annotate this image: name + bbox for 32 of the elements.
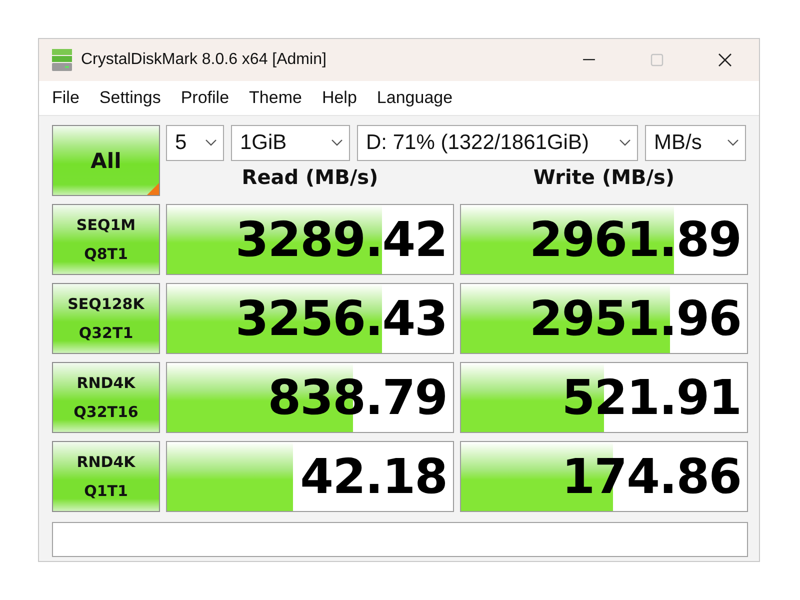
menu-item[interactable]: Theme bbox=[240, 88, 313, 108]
dropdown[interactable]: 1GiB bbox=[231, 125, 350, 161]
window-title: CrystalDiskMark 8.0.6 x64 [Admin] bbox=[81, 51, 328, 69]
dropdown[interactable]: 5 bbox=[166, 125, 224, 161]
dropdown[interactable]: D: 71% (1322/1861GiB) bbox=[357, 125, 638, 161]
caret-icon bbox=[205, 139, 217, 147]
maximize-icon bbox=[649, 52, 665, 68]
comment-field[interactable] bbox=[52, 522, 748, 557]
result-value: 42.18 bbox=[300, 448, 447, 504]
menu-item[interactable]: Settings bbox=[90, 88, 172, 108]
caret-icon bbox=[331, 139, 343, 147]
close-icon bbox=[717, 52, 733, 68]
menu-item[interactable]: File bbox=[43, 88, 90, 108]
menu-item[interactable]: Help bbox=[312, 88, 368, 108]
result-value: 174.86 bbox=[562, 448, 741, 504]
test-button[interactable]: RND4K Q32T16 bbox=[52, 362, 160, 433]
result-value: 838.79 bbox=[268, 370, 447, 426]
column-header: Read (MB/s) bbox=[240, 164, 380, 188]
test-button[interactable]: SEQ1M Q8T1 bbox=[52, 204, 160, 275]
dropdown[interactable]: MB/s bbox=[645, 125, 746, 161]
all-button[interactable]: All bbox=[52, 125, 160, 196]
menu-item[interactable]: Profile bbox=[172, 88, 240, 108]
caret-icon bbox=[727, 139, 739, 147]
result-value: 521.91 bbox=[562, 370, 741, 426]
caret-icon bbox=[619, 139, 631, 147]
menu-item[interactable]: Language bbox=[368, 88, 464, 108]
corner-triangle-icon bbox=[147, 183, 159, 195]
column-header: Write (MB/s) bbox=[532, 164, 676, 188]
disk-drive-icon bbox=[51, 48, 73, 72]
minimize-icon bbox=[583, 59, 595, 61]
test-button[interactable]: RND4K Q1T1 bbox=[52, 441, 160, 512]
test-button[interactable]: SEQ128K Q32T1 bbox=[52, 283, 160, 354]
